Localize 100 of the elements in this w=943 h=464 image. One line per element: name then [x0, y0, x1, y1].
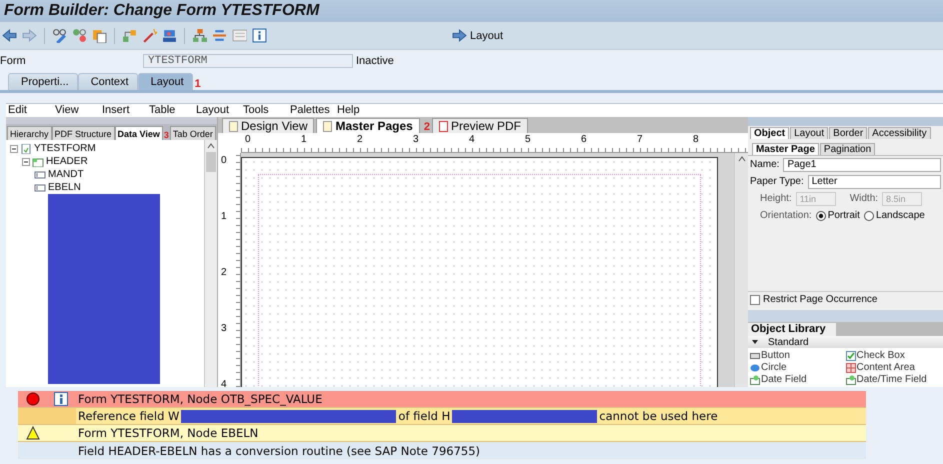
tab[interactable]: Pagination: [820, 143, 876, 155]
collapse-icon[interactable]: [22, 158, 30, 166]
radio-button[interactable]: Portrait: [816, 210, 860, 221]
library-item[interactable]: Content Area: [846, 362, 941, 373]
back-arrow-icon[interactable]: [2, 28, 17, 43]
info-icon[interactable]: [252, 28, 267, 43]
menu-item[interactable]: Edit: [6, 104, 53, 117]
tab[interactable]: Layout: [790, 127, 828, 139]
panel-tab[interactable]: Object Library: [748, 323, 836, 336]
library-item[interactable]: Circle: [750, 362, 846, 373]
button-icon: [750, 350, 760, 360]
scroll-thumb[interactable]: [206, 152, 216, 172]
tree-item[interactable]: YTESTFORM: [34, 143, 96, 154]
library-item[interactable]: Date Field: [750, 374, 846, 385]
menu-item[interactable]: Insert: [100, 104, 147, 117]
field-icon: [34, 170, 46, 180]
tab[interactable]: Layout: [138, 73, 193, 90]
field-label: Name:: [750, 159, 780, 170]
library-item[interactable]: Button: [750, 350, 846, 361]
message-row[interactable]: Form YTESTFORM, Node EBELN: [18, 425, 866, 442]
paper-type-dropdown[interactable]: Letter: [808, 174, 941, 188]
menu-item[interactable]: Table: [147, 104, 194, 117]
field-label: Paper Type:: [750, 176, 804, 187]
tab[interactable]: Master Pages: [316, 118, 420, 133]
caret-icon[interactable]: [752, 340, 758, 344]
menu-item[interactable]: View: [53, 104, 100, 117]
field-icon: [34, 182, 46, 192]
tab[interactable]: Data View: [114, 126, 163, 140]
message-text: Form YTESTFORM, Node OTB_SPEC_VALUE: [77, 392, 324, 406]
tab[interactable]: Preview PDF: [432, 118, 528, 133]
info-icon[interactable]: [54, 392, 68, 406]
tab[interactable]: Object: [750, 127, 790, 139]
message-row[interactable]: Field HEADER-EBELN has a conversion routine (see SAP Note 796755): [18, 442, 866, 459]
tree-item[interactable]: EBELN: [48, 182, 81, 193]
field-label: Width:: [850, 193, 878, 204]
glasses-pencil-icon[interactable]: [52, 28, 67, 43]
field-label: Orientation:: [760, 210, 812, 221]
library-item[interactable]: Check Box: [846, 350, 941, 361]
layout-button[interactable]: Layout: [450, 27, 506, 44]
tab[interactable]: Border: [829, 127, 868, 139]
tab[interactable]: Hierarchy: [7, 126, 52, 140]
tab[interactable]: Design View: [222, 118, 314, 133]
tree-item[interactable]: HEADER: [46, 156, 88, 167]
message-text: Form YTESTFORM, Node EBELN: [77, 426, 260, 440]
circle-icon: [750, 362, 760, 372]
menu-item[interactable]: Palettes: [288, 104, 335, 117]
field-label: Height:: [760, 193, 792, 204]
menu-item[interactable]: Tools: [241, 104, 288, 117]
collapse-icon[interactable]: [10, 144, 18, 152]
menu-item[interactable]: Layout: [194, 104, 241, 117]
ruler-label: 6: [581, 134, 587, 145]
ruler-label: 3: [221, 323, 227, 334]
magic-wand-icon[interactable]: [142, 28, 157, 43]
stack-icon[interactable]: [212, 28, 227, 43]
ruler-label: 3: [413, 134, 419, 145]
name-field[interactable]: Page1: [783, 158, 941, 172]
ruler-label: 0: [245, 134, 251, 145]
stamp-icon[interactable]: [162, 28, 177, 43]
menu-item[interactable]: Help: [335, 104, 382, 117]
message-text: cannot be used here: [598, 409, 719, 423]
nodes-icon[interactable]: [122, 28, 137, 43]
ruler-label: 5: [525, 134, 531, 145]
message-row[interactable]: Form YTESTFORM, Node OTB_SPEC_VALUE: [18, 391, 866, 408]
form-name-field[interactable]: YTESTFORM: [143, 54, 353, 68]
tab[interactable]: Context: [78, 73, 138, 90]
ruler-label: 8: [693, 134, 699, 145]
tab[interactable]: PDF Structure: [52, 126, 115, 140]
ruler-label: 1: [301, 134, 307, 145]
ruler-label: 4: [221, 379, 227, 390]
message-text: Reference field W: [77, 409, 180, 423]
restrict-checkbox[interactable]: Restrict Page Occurrence: [748, 291, 943, 307]
tab[interactable]: Master Page: [752, 143, 819, 155]
structure-icon: [32, 156, 44, 166]
tab[interactable]: Properti...: [8, 73, 78, 90]
annotation-number: 1: [194, 78, 201, 90]
scrollbar[interactable]: [734, 153, 748, 387]
scrollbar[interactable]: [204, 140, 217, 387]
page-icon: [229, 120, 238, 132]
scroll-up-icon[interactable]: [207, 143, 215, 149]
radio-button[interactable]: Landscape: [864, 210, 925, 221]
tab[interactable]: Accessibility: [868, 127, 931, 139]
ruler-label: 0: [221, 155, 227, 166]
document-icon: [20, 144, 32, 154]
error-icon: [26, 392, 40, 406]
ruler-label: 2: [357, 134, 363, 145]
message-row[interactable]: Reference field W of field H cannot be used here: [18, 408, 866, 425]
scroll-up-icon[interactable]: [738, 156, 746, 162]
tab[interactable]: Tab Order: [170, 126, 216, 140]
library-item[interactable]: Date/Time Field: [846, 374, 941, 385]
ruler-label: 4: [469, 134, 475, 145]
radio-circle-icon[interactable]: [864, 210, 874, 220]
window-title: Form Builder: Change Form YTESTFORM: [4, 2, 320, 20]
tree-item[interactable]: MANDT: [48, 169, 84, 180]
calendar-icon: [846, 374, 856, 384]
radio-circle-icon[interactable]: [816, 210, 826, 220]
group-header[interactable]: Standard: [768, 336, 809, 348]
circles-icon[interactable]: [72, 28, 87, 43]
form-label: Form: [0, 55, 27, 67]
hierarchy-icon[interactable]: [192, 28, 207, 43]
copy-icon[interactable]: [92, 28, 107, 43]
